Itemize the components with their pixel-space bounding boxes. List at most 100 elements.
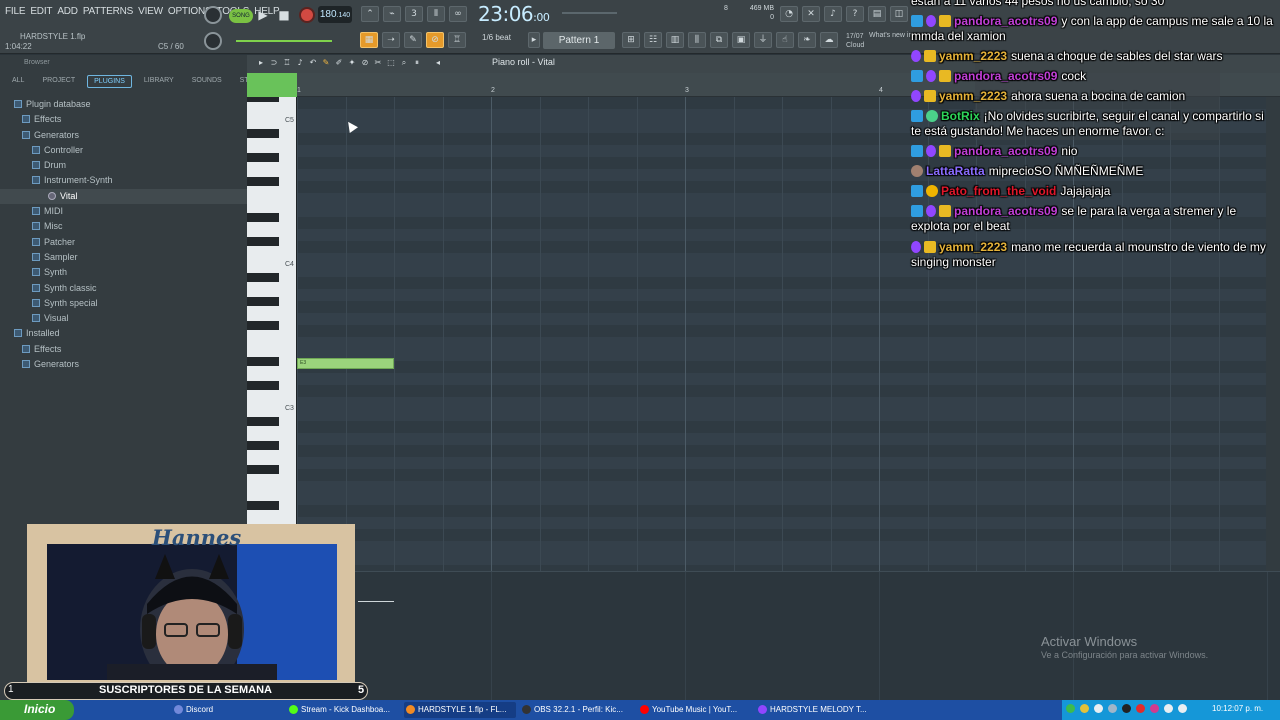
play-icon[interactable]: ▶ — [253, 6, 273, 24]
note-tool-icon[interactable]: ♪ — [295, 57, 305, 68]
arrow-icon[interactable]: ➝ — [382, 32, 400, 48]
delete-tool-icon[interactable]: ✦ — [347, 57, 357, 68]
steam-icon[interactable] — [1108, 704, 1117, 713]
media-icon[interactable] — [1150, 704, 1159, 713]
taskbar-item[interactable]: Discord — [172, 702, 284, 718]
record-icon[interactable] — [299, 7, 315, 23]
chat-username[interactable]: pandora_acotrs09 — [954, 69, 1057, 83]
slice-tool-icon[interactable]: ✂ — [373, 57, 383, 68]
tree-item[interactable]: MIDI — [0, 204, 247, 219]
cloud-icon[interactable]: ☁ — [820, 32, 838, 48]
tree-item[interactable]: Synth special — [0, 296, 247, 311]
menu-item[interactable]: VIEW — [138, 6, 163, 17]
chat-username[interactable]: yamm_2223 — [939, 89, 1007, 103]
taskbar-item[interactable]: YouTube Music | YouT... — [638, 702, 750, 718]
menu-item[interactable]: PATTERNS — [83, 6, 133, 17]
black-key[interactable] — [247, 129, 279, 138]
black-key[interactable] — [247, 97, 279, 102]
browser-icon[interactable]: ⫼ — [688, 32, 706, 48]
browser-tab[interactable]: ALL — [6, 75, 30, 88]
pattern-selector[interactable]: Pattern 1 — [543, 32, 615, 49]
draw-tool-icon[interactable]: ✎ — [321, 57, 331, 68]
mixer-icon[interactable]: ⊞ — [622, 32, 640, 48]
black-key[interactable] — [247, 297, 279, 306]
black-key[interactable] — [247, 321, 279, 330]
zoom-tool-icon[interactable]: ⌕ — [399, 57, 409, 68]
chat-username[interactable]: BotRix — [941, 109, 980, 123]
help-icon[interactable]: ? — [846, 6, 864, 22]
volume-icon[interactable] — [1178, 704, 1187, 713]
step-edit-icon[interactable]: ⫴ — [427, 6, 445, 22]
news-label[interactable]: What's new in — [869, 32, 912, 39]
playlist-icon[interactable]: ▦ — [360, 32, 378, 48]
black-key[interactable] — [247, 417, 279, 426]
tree-item[interactable]: Visual — [0, 311, 247, 326]
tree-item[interactable]: Drum — [0, 158, 247, 173]
snap-selector[interactable]: 1/6 beat — [482, 33, 511, 42]
black-key[interactable] — [247, 237, 279, 246]
wechat-icon[interactable] — [1066, 704, 1075, 713]
select-tool-icon[interactable]: ⬚ — [386, 57, 396, 68]
black-key[interactable] — [247, 153, 279, 162]
tree-item[interactable]: Installed — [0, 326, 247, 341]
stop-icon[interactable]: ■ — [274, 6, 294, 24]
render-icon[interactable]: ◫ — [890, 6, 908, 22]
plugin-icon[interactable]: ⧉ — [710, 32, 728, 48]
loop-record-icon[interactable]: ∞ — [449, 6, 467, 22]
stamp-icon[interactable]: ♖ — [448, 32, 466, 48]
velocity-bar[interactable] — [358, 601, 394, 602]
taskbar-item[interactable]: OBS 32.2.1 - Perfil: Kic... — [520, 702, 632, 718]
piano-roll-icon[interactable]: ▥ — [666, 32, 684, 48]
chat-username[interactable]: LattaRatta — [926, 164, 985, 178]
clipboard-icon[interactable]: ▣ — [732, 32, 750, 48]
undo-icon[interactable]: ↶ — [308, 57, 318, 68]
menu-item[interactable]: ADD — [57, 6, 78, 17]
tree-item[interactable]: Patcher — [0, 235, 247, 250]
network-icon[interactable] — [1164, 704, 1173, 713]
menu-item[interactable]: FILE — [5, 6, 26, 17]
chrome-icon[interactable] — [1080, 704, 1089, 713]
black-key[interactable] — [247, 441, 279, 450]
midi-note[interactable]: E3 — [297, 358, 394, 369]
black-key[interactable] — [247, 465, 279, 474]
tree-item[interactable]: Controller — [0, 143, 247, 158]
browser-tab[interactable]: LIBRARY — [138, 75, 180, 88]
taskbar-item[interactable]: HARDSTYLE MELODY T... — [756, 702, 868, 718]
master-volume-slider[interactable] — [236, 40, 332, 42]
black-key[interactable] — [247, 381, 279, 390]
black-key[interactable] — [247, 177, 279, 186]
black-key[interactable] — [247, 273, 279, 282]
menu-arrow-icon[interactable]: ▸ — [256, 57, 266, 68]
obs-icon[interactable] — [1122, 704, 1131, 713]
chat-username[interactable]: Pato_from_the_void — [941, 184, 1056, 198]
touch-icon[interactable]: ☝ — [776, 32, 794, 48]
taskbar-item[interactable]: Stream - Kick Dashboa... — [287, 702, 399, 718]
tree-item[interactable]: Generators — [0, 128, 247, 143]
chat-username[interactable]: yamm_2223 — [939, 240, 1007, 254]
chat-username[interactable]: pandora_acotrs09 — [954, 14, 1057, 28]
sync-icon[interactable] — [1094, 704, 1103, 713]
chat-username[interactable]: pandora_acotrs09 — [954, 204, 1057, 218]
countdown-icon[interactable]: 3 — [405, 6, 423, 22]
mute-tool-icon[interactable]: ⊘ — [360, 57, 370, 68]
mic-icon[interactable]: ♪ — [824, 6, 842, 22]
tree-item[interactable]: Sampler — [0, 250, 247, 265]
metronome-icon[interactable]: ⌃ — [361, 6, 379, 22]
browser-tab[interactable]: PROJECT — [36, 75, 81, 88]
black-key[interactable] — [247, 213, 279, 222]
chat-username[interactable]: pandora_acotrs09 — [954, 144, 1057, 158]
menu-item[interactable]: EDIT — [30, 6, 52, 17]
wait-input-icon[interactable]: ⌁ — [383, 6, 401, 22]
browser-tab[interactable]: SOUNDS — [186, 75, 228, 88]
piano-keyboard[interactable]: C5 C4 C3 — [247, 97, 297, 525]
browser-tab[interactable]: PLUGINS — [87, 75, 132, 88]
channel-rack-icon[interactable]: ☷ — [644, 32, 662, 48]
magnet-icon[interactable]: ⊃ — [269, 57, 279, 68]
panic-icon[interactable]: ✕ — [802, 6, 820, 22]
link-icon[interactable]: ⊘ — [426, 32, 444, 48]
master-pitch-knob[interactable] — [204, 32, 222, 50]
master-volume-knob[interactable] — [204, 6, 222, 24]
playback-tool-icon[interactable]: ⏸ — [412, 57, 422, 68]
black-key[interactable] — [247, 501, 279, 510]
tree-item[interactable]: Misc — [0, 219, 247, 234]
